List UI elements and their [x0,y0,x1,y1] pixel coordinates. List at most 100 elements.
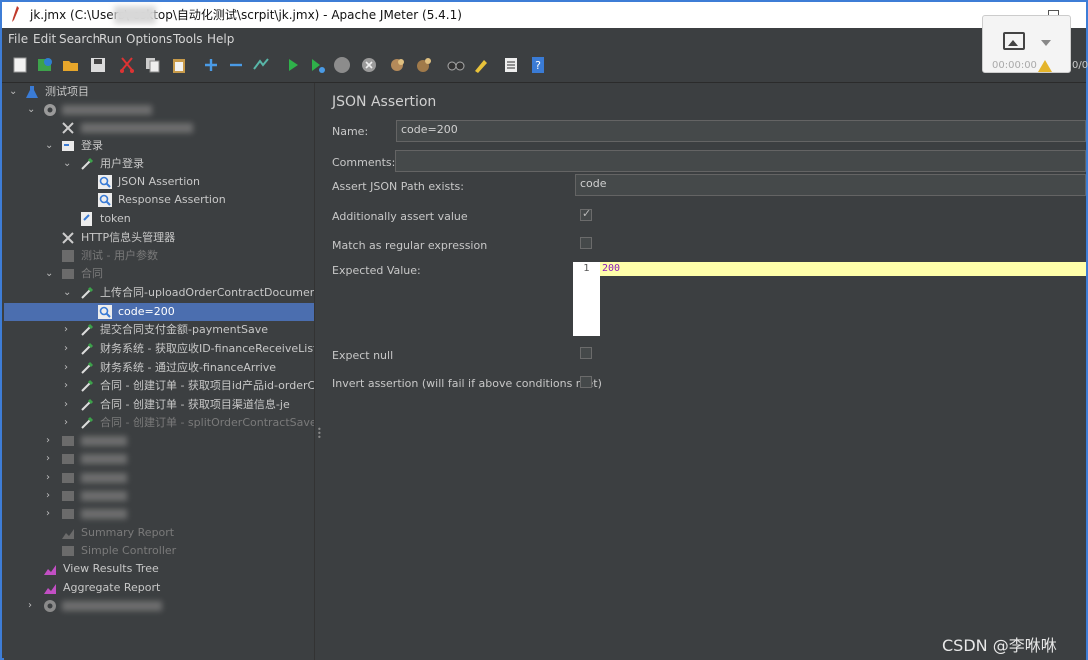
tree-node-http-header[interactable]: HTTP信息头管理器 [4,229,314,247]
toggle-icon[interactable] [252,56,270,74]
chevron-right-icon[interactable]: › [28,601,38,611]
chevron-right-icon[interactable]: › [64,363,74,373]
json-path-label: Assert JSON Path exists: [332,180,464,193]
tree-node-finance-receive[interactable]: › 财务系统 - 获取应收ID-financeReceiveList [4,340,318,358]
menu-help[interactable]: Help [207,32,234,46]
search-icon[interactable] [447,56,465,74]
chevron-down-icon[interactable]: ⌄ [27,105,37,115]
tree-node-redacted[interactable]: › [4,432,314,450]
tree-node-user-login[interactable]: ⌄ 用户登录 [4,155,314,173]
menu-tools[interactable]: Tools [173,32,203,46]
tree-node-order-je[interactable]: › 合同 - 创建订单 - 获取项目渠道信息-je [4,396,314,414]
controller-icon [62,509,74,519]
tree-node-response-assertion[interactable]: Response Assertion [4,191,314,209]
chevron-right-icon[interactable]: › [46,509,56,519]
chevron-down-icon[interactable] [1041,40,1051,46]
menu-search[interactable]: Search [59,32,100,46]
expected-value-text[interactable]: 200 [602,262,620,276]
chevron-right-icon[interactable]: › [64,381,74,391]
chevron-down-icon[interactable]: ⌄ [9,87,19,97]
invert-assertion-checkbox[interactable] [580,376,592,388]
tree-node-redacted[interactable] [4,119,314,137]
reset-search-icon[interactable] [472,56,490,74]
chevron-right-icon[interactable]: › [64,344,74,354]
chevron-down-icon[interactable]: ⌄ [63,159,73,169]
start-icon[interactable] [284,56,302,74]
preprocessor-icon [62,250,74,262]
open-icon[interactable] [62,56,80,74]
chevron-right-icon[interactable]: › [46,473,56,483]
tree-node-redacted[interactable]: › [4,469,314,487]
gear-icon [44,104,56,116]
tree-node-summary-report[interactable]: Summary Report [4,524,314,542]
tree-node-aggregate-report[interactable]: Aggregate Report [4,579,314,597]
templates-icon[interactable] [36,56,54,74]
split-pane-divider[interactable]: • • • [314,83,323,660]
menu-options[interactable]: Options [126,32,172,46]
paste-icon[interactable] [170,56,188,74]
copy-icon[interactable] [144,56,162,74]
tree-label: 财务系统 - 获取应收ID-financeReceiveList [100,342,318,355]
expect-null-checkbox[interactable] [580,347,592,359]
menu-edit[interactable]: Edit [33,32,56,46]
regex-checkbox[interactable] [580,237,592,249]
name-field[interactable]: code=200 [396,120,1086,142]
tree-node-upload-contract[interactable]: ⌄ 上传合同-uploadOrderContractDocument [4,284,321,302]
redacted-label [81,436,127,446]
tree-node-redacted[interactable]: › [4,487,314,505]
tree-node-user-params[interactable]: 测试 - 用户参数 [4,247,314,265]
csdn-watermark: CSDN @李咻咻 [942,636,1057,655]
tree-node-payment-save[interactable]: › 提交合同支付金额-paymentSave [4,321,314,339]
expected-value-label: Expected Value: [332,264,421,277]
chevron-right-icon[interactable]: › [46,491,56,501]
chevron-right-icon[interactable]: › [46,436,56,446]
cut-icon[interactable] [118,56,136,74]
chevron-down-icon[interactable]: ⌄ [45,141,55,151]
menu-run[interactable]: Run [99,32,122,46]
expected-value-editor[interactable]: 1 200 [573,262,1086,336]
function-helper-icon[interactable] [502,56,520,74]
invert-assertion-label: Invert assertion (will fail if above con… [332,377,602,390]
tree-node-last-group[interactable]: › [4,597,314,615]
help-icon[interactable]: ? [529,56,547,74]
json-path-field[interactable]: code [575,174,1086,196]
comments-field[interactable] [395,150,1086,172]
tree-node-contract[interactable]: ⌄ 合同 [4,265,314,283]
clear-all-icon[interactable] [415,56,433,74]
chevron-right-icon[interactable]: › [64,418,74,428]
tree-node-token[interactable]: token [4,210,314,228]
additionally-assert-checkbox[interactable] [580,207,592,221]
clear-icon[interactable] [389,56,407,74]
chevron-right-icon[interactable]: › [64,400,74,410]
shutdown-icon[interactable] [360,56,378,74]
chevron-down-icon[interactable]: ⌄ [45,269,55,279]
collapse-icon[interactable] [227,56,245,74]
tree-node-order-co[interactable]: › 合同 - 创建订单 - 获取项目id产品id-orderCo [4,377,314,395]
new-icon[interactable] [11,56,29,74]
tree-label: HTTP信息头管理器 [81,231,176,244]
tree-node-root[interactable]: ⌄ 测试项目 [4,83,314,101]
image-icon[interactable] [1003,32,1025,50]
stop-icon[interactable] [333,56,351,74]
start-no-pause-icon[interactable] [308,56,326,74]
tree-node-json-assertion[interactable]: JSON Assertion [4,173,314,191]
tree-node-simple-controller[interactable]: Simple Controller [4,542,314,560]
expand-icon[interactable] [202,56,220,74]
warning-icon[interactable] [1038,60,1052,72]
tree-node-thread-group[interactable]: ⌄ [4,101,314,119]
drag-handle-icon[interactable]: • • • [317,426,322,442]
tree-node-login[interactable]: ⌄ 登录 [4,137,314,155]
chevron-right-icon[interactable]: › [46,454,56,464]
tree-node-split-contract[interactable]: › 合同 - 创建订单 - splitOrderContractSave [4,414,314,432]
tree-node-redacted[interactable]: › [4,505,314,523]
chevron-right-icon[interactable]: › [64,325,74,335]
name-label: Name: [332,125,369,138]
menu-file[interactable]: File [8,32,28,46]
tree-label: 财务系统 - 通过应收-financeArrive [100,361,277,374]
chevron-down-icon[interactable]: ⌄ [63,288,73,298]
tree-node-finance-arrive[interactable]: › 财务系统 - 通过应收-financeArrive [4,359,314,377]
tree-node-code200[interactable]: code=200 [4,303,314,321]
tree-node-view-results-tree[interactable]: View Results Tree [4,560,314,578]
save-icon[interactable] [89,56,107,74]
tree-node-redacted[interactable]: › [4,450,314,468]
